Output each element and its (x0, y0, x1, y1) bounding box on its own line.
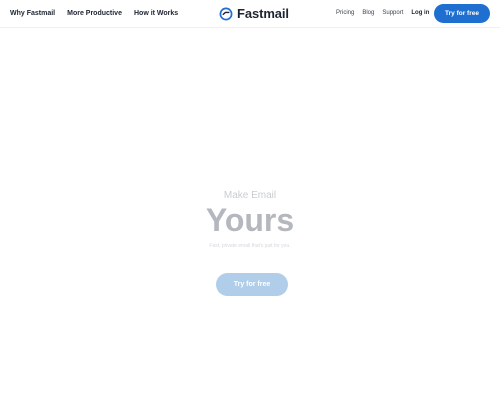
try-for-free-button[interactable]: Try for free (434, 4, 490, 23)
nav-pricing[interactable]: Pricing (336, 10, 354, 16)
primary-nav: Why Fastmail More Productive How it Work… (10, 10, 178, 17)
top-navigation: Why Fastmail More Productive How it Work… (0, 0, 500, 28)
nav-blog[interactable]: Blog (362, 10, 374, 16)
brand-name: Fastmail (237, 6, 289, 21)
nav-why-fastmail[interactable]: Why Fastmail (10, 10, 55, 17)
nav-more-productive[interactable]: More Productive (67, 10, 122, 17)
hero-try-for-free-button[interactable]: Try for free (216, 273, 288, 296)
login-link[interactable]: Log in (411, 10, 429, 16)
nav-how-it-works[interactable]: How it Works (134, 10, 178, 17)
hero-section: Make Email Yours Fast, private email tha… (0, 190, 500, 249)
hero-headline: Yours (205, 202, 295, 238)
page: Why Fastmail More Productive How it Work… (0, 0, 500, 417)
fastmail-logo-icon (219, 7, 233, 20)
hero-subtext: Fast, private email that's just for you. (209, 243, 291, 249)
fastmail-logo[interactable]: Fastmail (219, 6, 289, 21)
nav-support[interactable]: Support (382, 10, 403, 16)
hero-eyebrow: Make Email (223, 190, 277, 201)
secondary-nav: Pricing Blog Support Log in (336, 10, 429, 16)
